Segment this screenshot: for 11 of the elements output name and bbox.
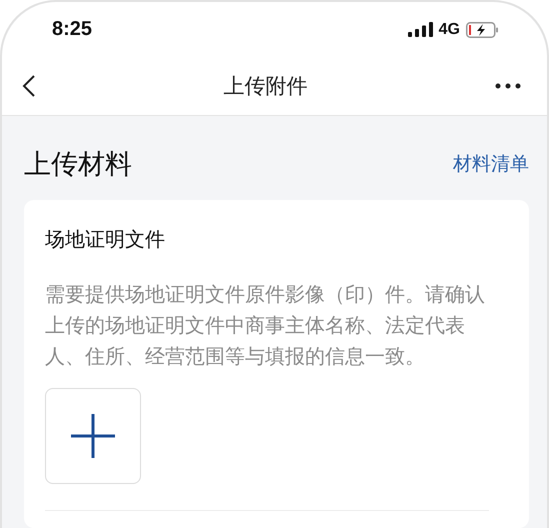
page-title: 上传附件 (224, 73, 308, 100)
status-time: 8:25 (52, 18, 92, 41)
upload-button[interactable] (45, 388, 141, 484)
card-description: 需要提供场地证明文件原件影像（印）件。请确认上传的场地证明文件中商事主体名称、法定代表人、住所、经营范围等与填报的信息一致。 (45, 281, 486, 370)
network-label: 4G (438, 20, 460, 38)
battery-charging-icon (466, 22, 499, 38)
signal-icon (408, 22, 433, 37)
section-title: 上传材料 (24, 148, 132, 182)
card-title: 场地证明文件 (45, 226, 166, 253)
plus-icon (70, 413, 116, 459)
material-list-link[interactable]: 材料清单 (453, 151, 529, 177)
